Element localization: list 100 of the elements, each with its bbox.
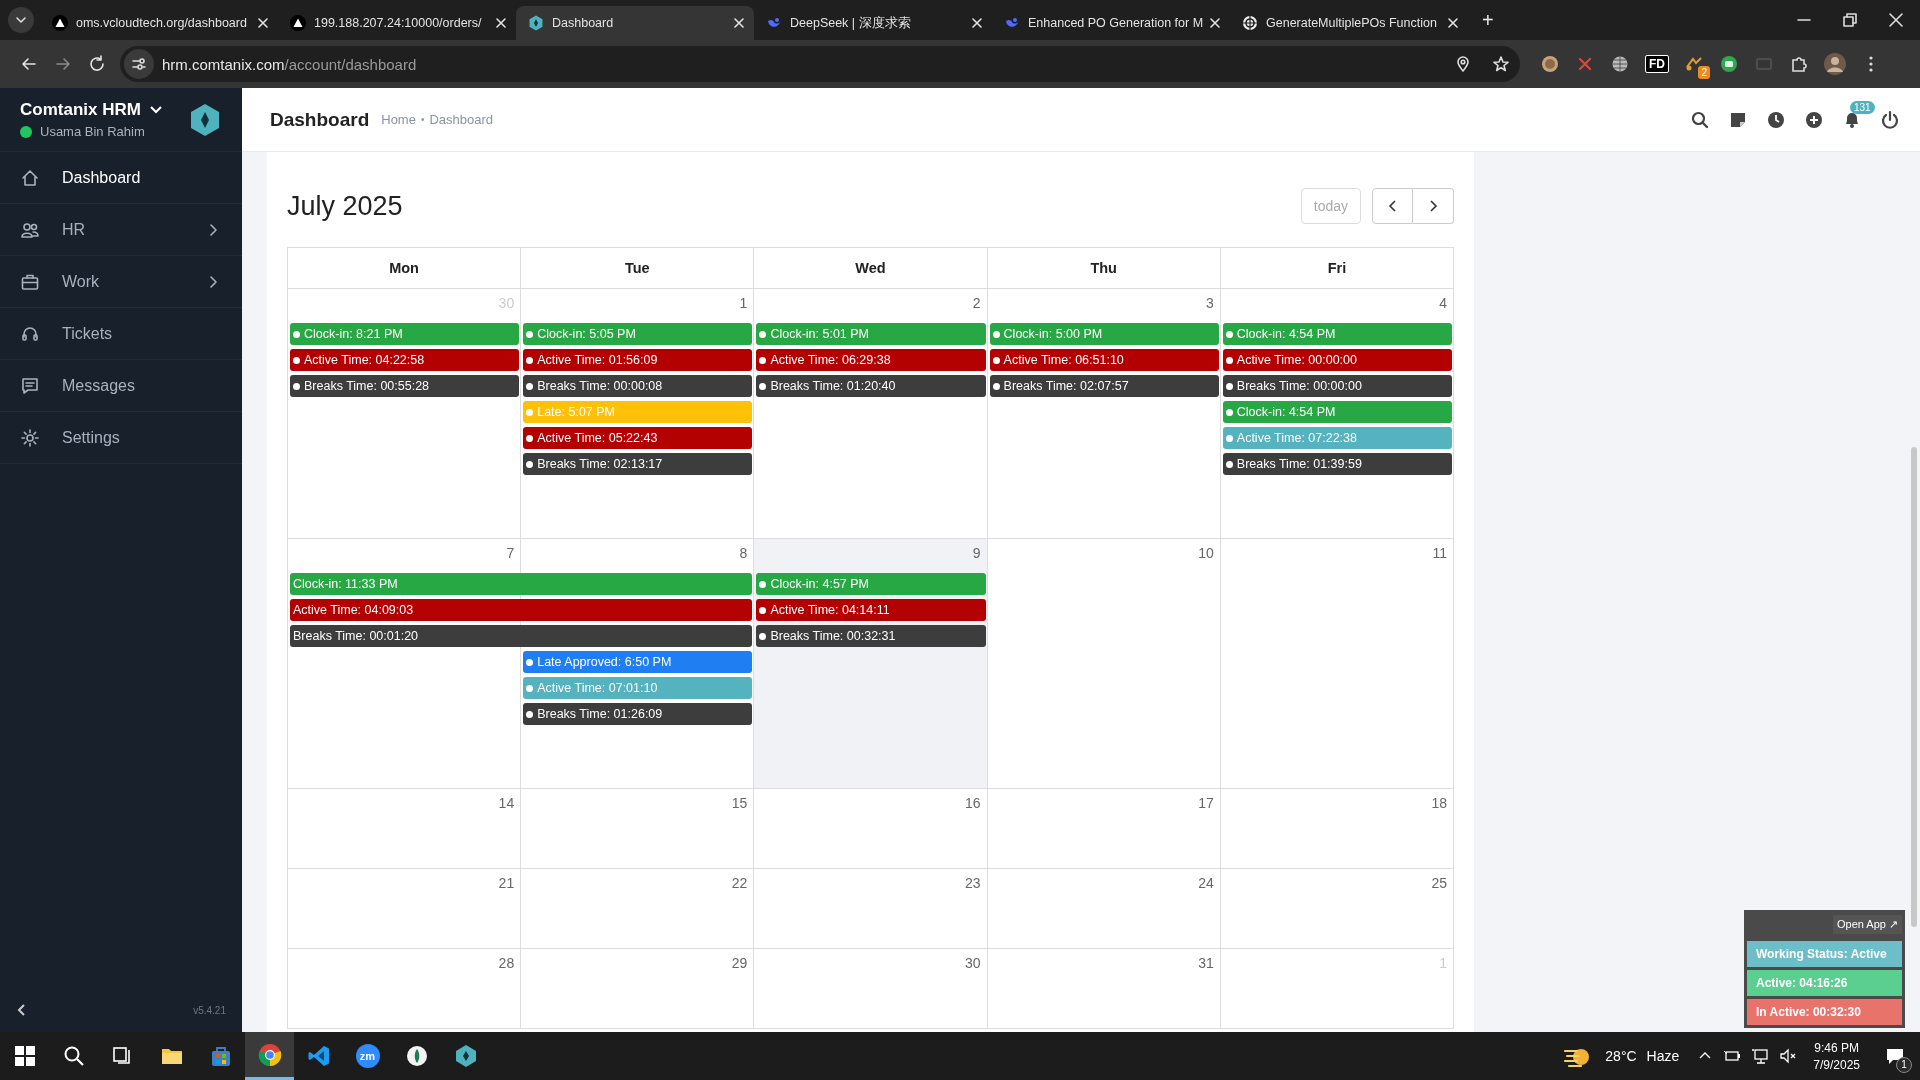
day-number: 31 [1198, 955, 1214, 971]
star-icon[interactable] [1492, 55, 1510, 73]
day-number: 14 [498, 795, 515, 811]
calendar-event[interactable]: Breaks Time: 00:00:00 [1222, 375, 1452, 397]
network-icon[interactable] [1751, 1047, 1770, 1065]
calendar-event[interactable]: Breaks Time: 00:32:31 [756, 625, 986, 647]
address-bar[interactable]: hrm.comtanix.com/account/dashboard [120, 46, 1520, 82]
hexagon-logo-icon [188, 102, 222, 137]
home-icon [20, 167, 40, 188]
temperature-text: 28°C [1605, 1048, 1637, 1064]
browser-tab[interactable]: DeepSeek | 深度求索 [754, 6, 992, 40]
search-icon[interactable] [1690, 109, 1710, 130]
sidebar-item[interactable]: Messages [0, 360, 242, 412]
day-number: 15 [731, 795, 748, 811]
close-icon[interactable] [256, 16, 270, 30]
calendar-event[interactable]: Late Approved: 6:50 PM [523, 651, 753, 673]
power-icon[interactable] [1880, 109, 1900, 130]
tab-search-button[interactable] [8, 7, 34, 33]
code-editor-icon[interactable] [306, 1044, 331, 1068]
clock-icon[interactable] [1766, 109, 1786, 130]
status-row: Active: 04:16:26 [1747, 970, 1902, 996]
browser-tab[interactable]: GenerateMultiplePOs Function [1230, 6, 1468, 40]
calendar-title: July 2025 [287, 190, 403, 222]
calendar-event[interactable]: Breaks Time: 00:55:28 [290, 375, 520, 397]
clock-button[interactable]: 9:46 PM 7/9/2025 [1813, 1040, 1860, 1072]
scrollbar-thumb[interactable] [1911, 447, 1917, 927]
avatar-icon[interactable] [1824, 53, 1846, 75]
day-number: 24 [1198, 875, 1214, 891]
day-number: 30 [965, 955, 981, 971]
count-badge: 131 [1850, 100, 1875, 114]
count-badge: 1 [1896, 1057, 1912, 1073]
calendar-event[interactable]: Breaks Time: 01:26:09 [523, 703, 753, 725]
sidebar-item[interactable]: Settings [0, 412, 242, 464]
day-number: 1 [739, 295, 748, 311]
windows-icon[interactable] [12, 1044, 37, 1068]
calendar-event[interactable]: Active Time: 00:00:00 [1222, 349, 1452, 371]
day-number: 3 [1206, 295, 1214, 311]
day-number: 28 [498, 955, 515, 971]
browser-tab[interactable]: oms.vcloudtech.org/dashboard [40, 6, 278, 40]
close-icon[interactable] [1446, 16, 1460, 30]
globe-icon[interactable] [1610, 54, 1630, 74]
reload-icon[interactable] [87, 54, 107, 74]
sidebar-item[interactable]: Tickets [0, 308, 242, 360]
day-number: 9 [972, 545, 981, 561]
status-row: In Active: 00:32:30 [1747, 999, 1902, 1025]
page-title: Dashboard [270, 108, 370, 131]
sidebar-item[interactable]: Work [0, 256, 242, 308]
day-number: 4 [1439, 295, 1447, 311]
url-text: hrm.comtanix.com/account/dashboard [162, 55, 418, 73]
day-number: 23 [965, 875, 981, 891]
browser-tab[interactable]: 199.188.207.24:10000/orders/ [278, 6, 516, 40]
close-icon[interactable] [494, 16, 508, 30]
calendar-event[interactable]: Active Time: 04:14:11 [756, 599, 986, 621]
leaf-icon[interactable] [404, 1044, 429, 1068]
day-number: 2 [972, 295, 981, 311]
user-name: Usama Bin Rahim [40, 124, 145, 139]
extension-icon[interactable] [1540, 54, 1560, 74]
calendar-event[interactable]: Breaks Time: 02:13:17 [523, 453, 753, 475]
calendar-event[interactable]: Active Time: 01:56:09 [523, 349, 753, 371]
open-app-button[interactable]: Open App ↗ [1833, 914, 1902, 934]
robot-icon[interactable] [1719, 54, 1739, 74]
calendar-event[interactable]: Active Time: 04:09:03 [290, 599, 753, 621]
browser-tab[interactable]: Dashboard [516, 6, 754, 40]
knot-icon [1242, 15, 1258, 31]
calendar-event[interactable]: Active Time: 06:29:38 [756, 349, 986, 371]
browser-tab[interactable]: Enhanced PO Generation for M [992, 6, 1230, 40]
day-number: 18 [1431, 795, 1447, 811]
calendar-event[interactable]: Active Time: 05:22:43 [523, 427, 753, 449]
new-tab-button[interactable]: + [1478, 8, 1498, 32]
muted-speaker-icon[interactable] [1779, 1047, 1798, 1065]
puzzle-icon[interactable] [1789, 54, 1809, 74]
restore-icon[interactable] [1842, 12, 1858, 28]
breadcrumb-separator: • [420, 114, 425, 125]
chrome-icon[interactable] [257, 1042, 282, 1067]
calendar-event[interactable]: Breaks Time: 01:20:40 [756, 375, 986, 397]
calendar-event[interactable]: Active Time: 04:22:58 [290, 349, 520, 371]
day-number: 29 [731, 955, 748, 971]
close-icon[interactable] [1888, 12, 1904, 28]
app-name: Comtanix HRM [20, 100, 141, 120]
calendar-event[interactable]: Breaks Time: 02:07:57 [989, 375, 1219, 397]
status-row: Working Status: Active [1747, 941, 1902, 967]
sidebar-item[interactable]: Dashboard [0, 152, 242, 204]
sidebar-item[interactable]: HR [0, 204, 242, 256]
hexagon-icon[interactable] [453, 1044, 478, 1068]
calendar-event[interactable]: Breaks Time: 00:00:08 [523, 375, 753, 397]
calendar-event[interactable]: Breaks Time: 01:39:59 [1222, 453, 1452, 475]
close-icon[interactable] [970, 16, 984, 30]
calendar-event[interactable]: Active Time: 06:51:10 [989, 349, 1219, 371]
site-settings-icon[interactable] [131, 56, 147, 72]
close-icon[interactable] [732, 16, 746, 30]
add-icon[interactable] [1804, 109, 1824, 130]
day-number: 10 [1198, 545, 1214, 561]
weather-text: Haze [1646, 1048, 1680, 1064]
close-icon[interactable] [1208, 16, 1222, 30]
extension-button[interactable]: FD [1645, 55, 1669, 73]
day-number: 7 [506, 545, 515, 561]
location-pin-icon[interactable] [1454, 55, 1472, 73]
hexagon-icon [528, 15, 544, 31]
calendar-event[interactable]: Breaks Time: 00:01:20 [290, 625, 753, 647]
settings-icon [20, 427, 40, 448]
